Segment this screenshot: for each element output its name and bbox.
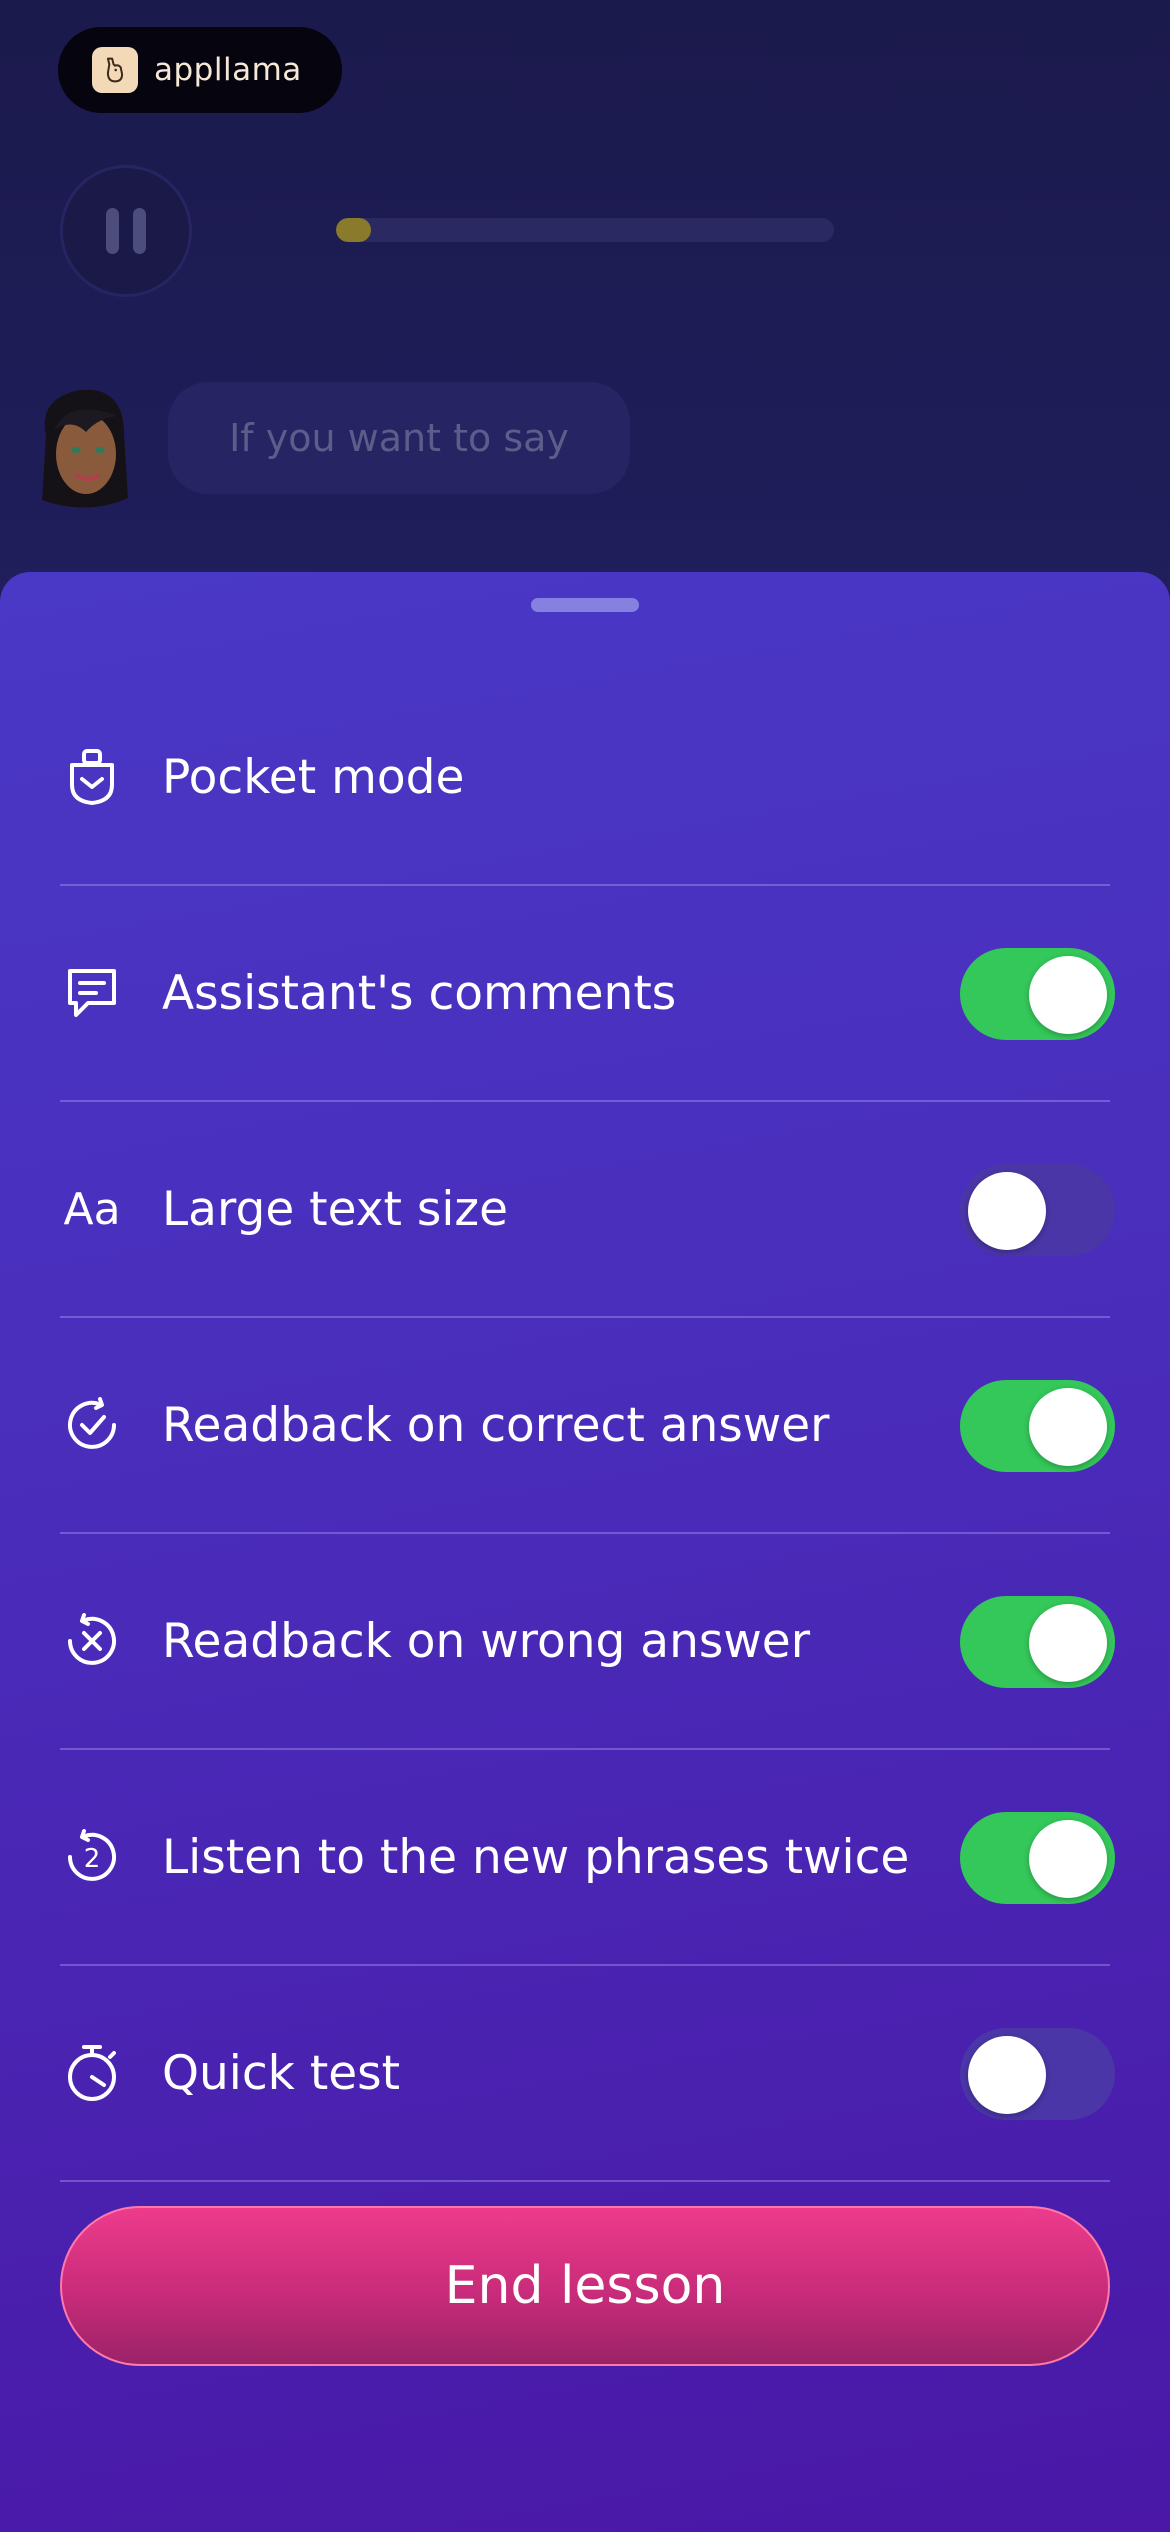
setting-label: Pocket mode xyxy=(162,749,465,805)
tutor-avatar xyxy=(28,378,140,518)
setting-label: Quick test xyxy=(162,2045,401,2101)
pause-icon xyxy=(106,208,119,254)
pause-icon-bar xyxy=(133,208,146,254)
settings-bottom-sheet: Pocket mode Assistant's comments Aa Larg… xyxy=(0,572,1170,2532)
readback-wrong-toggle[interactable] xyxy=(960,1596,1115,1688)
toggle-knob xyxy=(968,1172,1046,1250)
large-text-size-toggle[interactable] xyxy=(960,1164,1115,1256)
brand-name: appllama xyxy=(154,52,302,88)
check-circle-icon xyxy=(60,1393,124,1457)
setting-row-listen-twice: 2 Listen to the new phrases twice xyxy=(60,1750,1115,1966)
text-size-icon: Aa xyxy=(60,1177,124,1241)
pocket-icon xyxy=(60,745,124,809)
pause-button[interactable] xyxy=(60,165,192,297)
end-lesson-button[interactable]: End lesson xyxy=(60,2206,1110,2366)
assistant-comments-toggle[interactable] xyxy=(960,948,1115,1040)
setting-label: Listen to the new phrases twice xyxy=(162,1829,910,1885)
readback-correct-toggle[interactable] xyxy=(960,1380,1115,1472)
toggle-knob xyxy=(1029,1820,1107,1898)
setting-row-large-text-size: Aa Large text size xyxy=(60,1102,1115,1318)
repeat-count: 2 xyxy=(84,1844,101,1874)
setting-label: Readback on wrong answer xyxy=(162,1613,811,1669)
toggle-knob xyxy=(968,2036,1046,2114)
repeat-two-icon: 2 xyxy=(60,1825,124,1889)
tutor-speech-bubble: If you want to say xyxy=(168,382,630,494)
toggle-knob xyxy=(1029,1388,1107,1466)
settings-list: Pocket mode Assistant's comments Aa Larg… xyxy=(60,670,1115,2182)
setting-label: Assistant's comments xyxy=(162,965,677,1021)
lesson-background: appllama If you want to say xyxy=(0,0,1170,620)
setting-label: Readback on correct answer xyxy=(162,1397,830,1453)
text-size-glyph: Aa xyxy=(63,1183,121,1235)
llama-logo-icon xyxy=(92,47,138,93)
brand-pill: appllama xyxy=(58,27,342,113)
lesson-progress-bar xyxy=(336,218,834,242)
screen: appllama If you want to say Pocket mode … xyxy=(0,0,1170,2532)
toggle-knob xyxy=(1029,956,1107,1034)
quick-test-toggle[interactable] xyxy=(960,2028,1115,2120)
sheet-drag-handle[interactable] xyxy=(531,598,639,612)
setting-row-assistant-comments: Assistant's comments xyxy=(60,886,1115,1102)
chat-bubble-icon xyxy=(60,961,124,1025)
setting-row-readback-correct: Readback on correct answer xyxy=(60,1318,1115,1534)
setting-label: Large text size xyxy=(162,1181,509,1237)
stopwatch-icon xyxy=(60,2041,124,2105)
lesson-progress-fill xyxy=(336,218,371,242)
toggle-knob xyxy=(1029,1604,1107,1682)
x-circle-icon xyxy=(60,1609,124,1673)
listen-twice-toggle[interactable] xyxy=(960,1812,1115,1904)
setting-row-readback-wrong: Readback on wrong answer xyxy=(60,1534,1115,1750)
setting-row-pocket-mode[interactable]: Pocket mode xyxy=(60,670,1110,886)
setting-row-quick-test: Quick test xyxy=(60,1966,1115,2182)
